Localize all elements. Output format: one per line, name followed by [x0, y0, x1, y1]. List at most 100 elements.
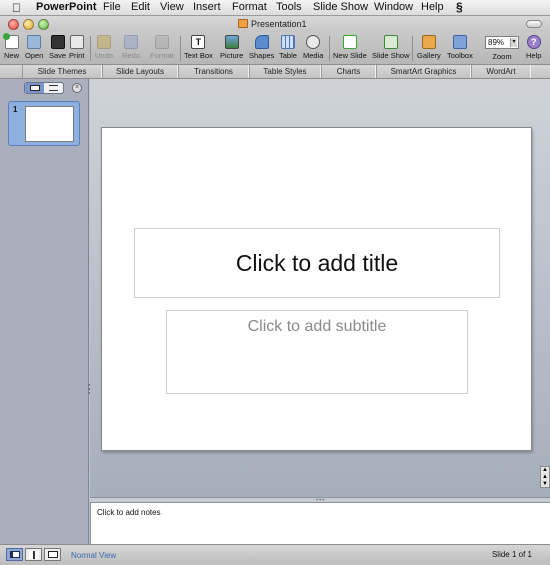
new-slide-button[interactable]: New Slide [333, 35, 367, 60]
picture-button[interactable]: Picture [220, 35, 243, 60]
menu-bar:  PowerPoint File Edit View Insert Forma… [0, 0, 550, 16]
subtitle-placeholder[interactable]: Click to add subtitle [166, 310, 468, 394]
table-label: Table [279, 51, 297, 60]
menu-file[interactable]: File [103, 1, 121, 13]
slide-show-label: Slide Show [372, 51, 410, 60]
picture-label: Picture [220, 51, 244, 60]
media-label: Media [303, 51, 324, 60]
menu-tools[interactable]: Tools [276, 1, 302, 13]
slide-show-button[interactable]: Slide Show [372, 35, 410, 60]
undo-button[interactable]: Undo [95, 35, 113, 60]
redo-label: Redo [122, 51, 140, 60]
presentation-document-icon [238, 19, 248, 28]
gallery-icon [421, 35, 436, 49]
close-pane-icon[interactable]: × [72, 83, 82, 93]
table-button[interactable]: Table [279, 35, 297, 60]
apple-menu-icon[interactable]:  [12, 1, 21, 15]
printer-icon [69, 35, 84, 49]
toolbar-toggle-button[interactable] [526, 20, 542, 28]
save-disk-icon [50, 35, 65, 49]
tab-smartart-graphics[interactable]: SmartArt Graphics [376, 65, 471, 78]
gallery-label: Gallery [417, 51, 441, 60]
projector-screen-icon [47, 551, 58, 558]
help-button[interactable]: ? Help [526, 35, 541, 60]
redo-icon [123, 35, 138, 49]
slides-pane: × 1 [0, 79, 90, 544]
zoom-select[interactable]: 89% ▾ [485, 36, 519, 49]
format-label: Format [150, 51, 174, 60]
slide-show-icon [383, 35, 398, 49]
open-button[interactable]: Open [25, 35, 43, 60]
normal-view-button[interactable] [6, 548, 23, 561]
app-menu[interactable]: PowerPoint [36, 1, 97, 13]
zoom-control[interactable]: 89% ▾ Zoom [485, 35, 519, 61]
shapes-label: Shapes [249, 51, 275, 60]
menu-insert[interactable]: Insert [193, 1, 221, 13]
menu-help[interactable]: Help [421, 1, 444, 13]
shapes-button[interactable]: Shapes [249, 35, 274, 60]
new-button[interactable]: New [2, 33, 20, 60]
slides-tab[interactable] [25, 83, 44, 93]
gallery-button[interactable]: Gallery [417, 35, 441, 60]
slide-count-status: Slide 1 of 1 [491, 550, 532, 559]
window-title: Presentation1 [238, 19, 307, 29]
print-label: Print [69, 51, 85, 60]
media-icon [306, 35, 321, 49]
zoom-window-button[interactable] [38, 19, 49, 30]
slide-number: 1 [13, 105, 18, 114]
save-label: Save [49, 51, 67, 60]
slides-view-icon [29, 85, 40, 91]
title-placeholder[interactable]: Click to add title [134, 228, 500, 298]
slide-thumbnail-selected[interactable]: 1 [8, 101, 80, 146]
notes-placeholder: Click to add notes [97, 508, 161, 517]
picture-icon [224, 35, 239, 49]
slide-show-view-button[interactable] [44, 548, 61, 561]
pane-view-switcher [24, 82, 64, 94]
tab-wordart[interactable]: WordArt [471, 65, 531, 78]
tab-table-styles[interactable]: Table Styles [249, 65, 321, 78]
normal-view-icon [9, 551, 20, 558]
print-button[interactable]: Print [69, 35, 84, 60]
notes-pane[interactable]: Click to add notes [90, 503, 550, 544]
menu-view[interactable]: View [160, 1, 184, 13]
slide-sorter-view-button[interactable] [25, 548, 42, 561]
tab-slide-themes[interactable]: Slide Themes [22, 65, 102, 78]
new-slide-icon [342, 35, 357, 49]
media-button[interactable]: Media [303, 35, 323, 60]
slide-editing-area: Click to add title Click to add subtitle… [90, 79, 550, 497]
toolbox-button[interactable]: Toolbox [447, 35, 473, 60]
window-title-text: Presentation1 [251, 19, 307, 29]
toolbox-label: Toolbox [447, 51, 473, 60]
toolbar-separator [412, 36, 413, 61]
format-painter-icon [154, 35, 169, 49]
help-label: Help [526, 51, 542, 60]
menu-window[interactable]: Window [374, 1, 413, 13]
format-painter-button[interactable]: Format [150, 35, 174, 60]
new-label: New [4, 51, 20, 60]
standard-toolbar: New Open Save Print Undo Redo Format T T… [0, 32, 550, 65]
status-bar: Normal View Slide 1 of 1 [0, 544, 550, 565]
minimize-window-button[interactable] [23, 19, 34, 30]
menu-format[interactable]: Format [232, 1, 267, 13]
save-button[interactable]: Save [49, 35, 66, 60]
toolbar-separator [90, 36, 91, 61]
menu-edit[interactable]: Edit [131, 1, 150, 13]
text-box-button[interactable]: T Text Box [184, 35, 213, 60]
text-box-icon: T [191, 35, 206, 49]
redo-button[interactable]: Redo [122, 35, 140, 60]
undo-label: Undo [95, 51, 113, 60]
slide-navigation-arrows[interactable]: ▲ ▲ ▼ [540, 466, 550, 488]
help-icon: ? [526, 35, 541, 49]
menu-slide-show[interactable]: Slide Show [313, 1, 368, 13]
slide-thumbnail-image [25, 106, 74, 142]
tab-slide-layouts[interactable]: Slide Layouts [102, 65, 178, 78]
outline-tab[interactable] [44, 83, 63, 93]
open-folder-icon [27, 35, 42, 49]
toolbar-separator [180, 36, 181, 61]
zoom-label: Zoom [492, 52, 512, 61]
script-menu-icon[interactable]: § [456, 0, 463, 14]
tab-transitions[interactable]: Transitions [178, 65, 249, 78]
close-window-button[interactable] [8, 19, 19, 30]
tab-charts[interactable]: Charts [321, 65, 376, 78]
slide-canvas[interactable]: Click to add title Click to add subtitle [101, 127, 532, 451]
